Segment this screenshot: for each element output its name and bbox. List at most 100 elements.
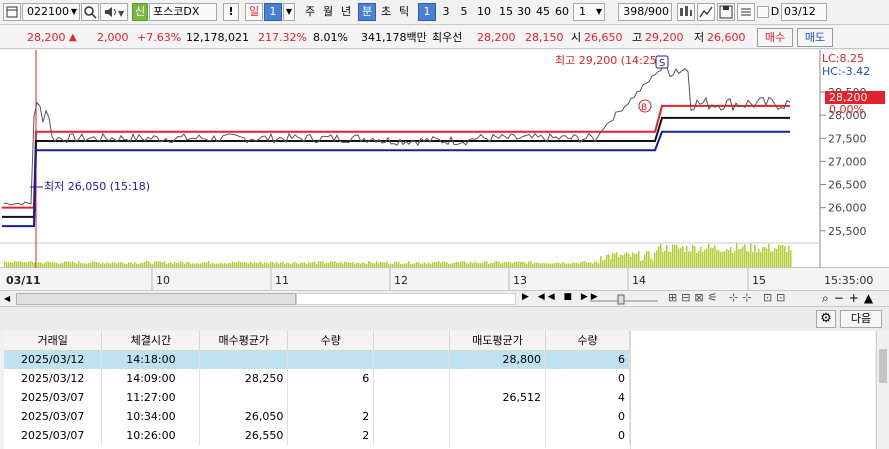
- sell-button[interactable]: 매도: [797, 28, 833, 47]
- period-second[interactable]: 초: [378, 3, 394, 21]
- period-tick[interactable]: 틱: [396, 3, 412, 21]
- next-button[interactable]: 다음: [840, 310, 882, 328]
- col-sell-avg[interactable]: 매도평균가: [449, 331, 547, 351]
- table-row[interactable]: 2025/03/07 10:26:00 26,550 2 0: [4, 426, 630, 445]
- save-icon[interactable]: [717, 3, 735, 21]
- volume-bar: [416, 262, 418, 267]
- x-tick-label: 11: [275, 274, 289, 287]
- period-weekly[interactable]: 주: [302, 3, 318, 21]
- volume-bar: [172, 263, 174, 267]
- volume-bar: [552, 263, 554, 267]
- period-monthly[interactable]: 월: [320, 3, 336, 21]
- price-chart[interactable]: 28,50028,00027,50027,00026,50026,00025,5…: [0, 50, 889, 290]
- grid-vertical-scrollbar[interactable]: [876, 331, 889, 449]
- volume-bar: [682, 246, 684, 267]
- gear-icon[interactable]: ⚙: [816, 310, 836, 328]
- table-cell: 2025/03/07: [4, 388, 103, 407]
- minute-60[interactable]: 60: [552, 3, 572, 21]
- volume-bar: [562, 261, 564, 267]
- date-checkbox[interactable]: [757, 6, 769, 18]
- volume-bar: [108, 263, 110, 267]
- indicator-icon[interactable]: [677, 3, 695, 21]
- stock-code-input[interactable]: 022100 ▼: [22, 3, 80, 21]
- volume-bar: [650, 258, 652, 267]
- volume-bar: [616, 252, 618, 267]
- minute-45[interactable]: 45: [533, 3, 553, 21]
- y-tick-label: 26,500: [828, 179, 867, 192]
- window-menu-icon[interactable]: [3, 3, 21, 21]
- col-trade-date[interactable]: 거래일: [4, 331, 103, 351]
- date-input[interactable]: 03/12: [781, 3, 827, 21]
- volume-bar: [712, 247, 714, 267]
- volume-bar: [180, 261, 182, 267]
- up-arrow-icon: ▲: [69, 32, 77, 43]
- volume-bar: [450, 263, 452, 267]
- zoom-slider[interactable]: [588, 293, 660, 305]
- table-cell: [287, 388, 375, 407]
- period-daily[interactable]: 일: [245, 3, 263, 21]
- period-yearly[interactable]: 년: [338, 3, 354, 21]
- custom-period-input[interactable]: 1 ▼: [573, 3, 605, 21]
- minute-3[interactable]: 3: [438, 3, 454, 21]
- volume-bar: [598, 263, 600, 267]
- period-number[interactable]: 1: [264, 3, 282, 21]
- volume-bar: [652, 260, 654, 267]
- chart-svg[interactable]: 28,50028,00027,50027,00026,50026,00025,5…: [0, 50, 889, 290]
- col-buy-avg[interactable]: 매수평균가: [199, 331, 289, 351]
- chart-tools-icons[interactable]: ⊞⊟⊠⚟ ⊹⊹ ⊡⊡: [668, 291, 789, 304]
- buy-button[interactable]: 매수: [757, 28, 793, 47]
- volume-bar: [36, 262, 38, 267]
- col-sell-qty[interactable]: 수량: [545, 331, 630, 351]
- volume-bar: [94, 261, 96, 267]
- volume-bar: [414, 263, 416, 267]
- minute-15[interactable]: 15: [496, 3, 516, 21]
- alert-button[interactable]: !: [223, 3, 239, 21]
- x-tick-label: 14: [632, 274, 646, 287]
- table-row[interactable]: 2025/03/07 11:27:00 26,512 4: [4, 388, 630, 407]
- volume-bar: [138, 263, 140, 267]
- stock-name-field[interactable]: 포스코DX: [149, 3, 217, 21]
- table-cell: 26,512: [449, 388, 547, 407]
- volume-bar: [586, 262, 588, 267]
- table-row[interactable]: 2025/03/12 14:09:00 28,250 6 0: [4, 369, 630, 388]
- chart-scrollbar[interactable]: [16, 293, 296, 305]
- minute-30[interactable]: 30: [514, 3, 534, 21]
- chart-scroll-track[interactable]: [296, 293, 516, 305]
- bar-count-field[interactable]: 398/900: [618, 3, 672, 21]
- draw-tool-icon[interactable]: [697, 3, 715, 21]
- sound-icon[interactable]: ▼: [100, 3, 128, 21]
- volume-bar: [728, 250, 730, 267]
- volume-bar: [30, 261, 32, 267]
- table-row[interactable]: 2025/03/12 14:18:00 28,800 6: [4, 350, 630, 369]
- volume-bar: [304, 262, 306, 267]
- volume-bar: [42, 263, 44, 267]
- volume-bar: [232, 261, 234, 267]
- table-cell: [373, 407, 451, 426]
- scrollbar-thumb[interactable]: [879, 349, 887, 383]
- table-row[interactable]: 2025/03/07 10:34:00 26,050 2 0: [4, 407, 630, 426]
- volume-bar: [202, 262, 204, 267]
- settings-menu-icon[interactable]: [737, 3, 755, 21]
- minute-1[interactable]: 1: [418, 3, 436, 21]
- period-minute[interactable]: 분: [358, 3, 376, 21]
- chevron-down-icon[interactable]: ▼: [71, 4, 77, 20]
- chevron-down-icon[interactable]: ▼: [596, 4, 602, 20]
- y-tick-label: 27,000: [828, 155, 867, 168]
- volume-bar: [592, 263, 594, 267]
- col-buy-qty[interactable]: 수량: [287, 331, 375, 351]
- minute-10[interactable]: 10: [474, 3, 494, 21]
- volume-bar: [86, 263, 88, 267]
- zoom-controls-icon[interactable]: ⌕−+▲: [822, 291, 878, 306]
- minute-5[interactable]: 5: [456, 3, 472, 21]
- volume-bar: [716, 249, 718, 267]
- volume-bar: [312, 261, 314, 267]
- col-trade-time[interactable]: 체결시간: [101, 331, 201, 351]
- volume-bar: [688, 251, 690, 267]
- volume-bar: [214, 263, 216, 267]
- volume-bar: [370, 262, 372, 267]
- scroll-left-icon[interactable]: ◀: [4, 293, 14, 305]
- chevron-down-icon[interactable]: ▼: [283, 3, 295, 21]
- search-icon[interactable]: [81, 3, 99, 21]
- volume-bar: [776, 248, 778, 267]
- volume-bar: [580, 262, 582, 267]
